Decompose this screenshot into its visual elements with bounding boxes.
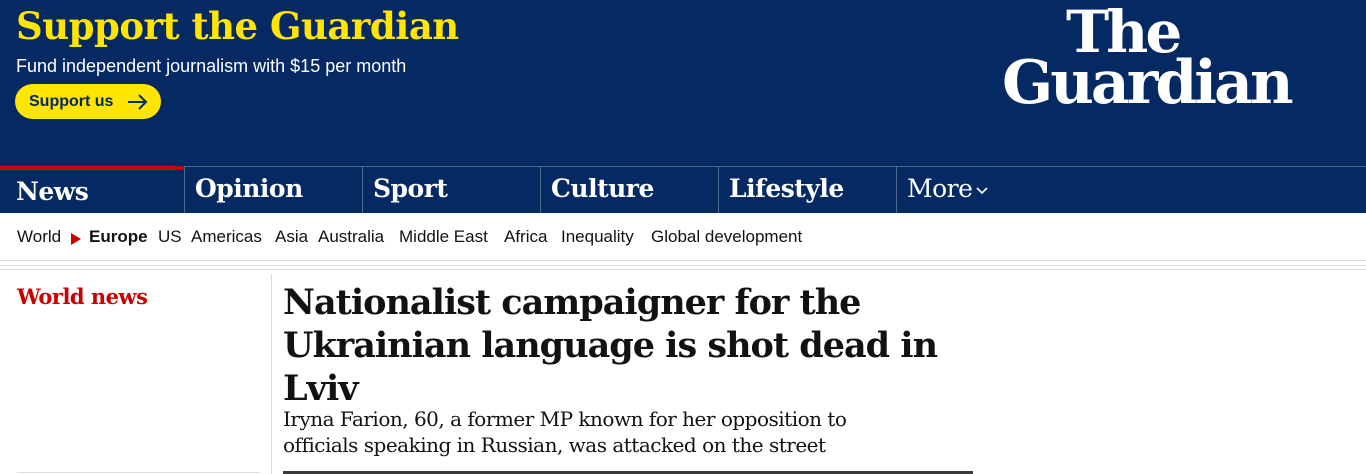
arrow-right-icon (127, 93, 149, 111)
subnav-item-middle-east[interactable]: Middle East (399, 227, 488, 247)
subnav-item-world[interactable]: World (17, 227, 61, 247)
subnav-item-europe[interactable]: Europe (89, 227, 148, 247)
article-standfirst: Iryna Farion, 60, a former MP known for … (283, 407, 847, 457)
section-label[interactable]: World news (17, 284, 148, 309)
guardian-logo[interactable]: The Guardian (1000, 0, 1340, 118)
logo-line-guardian: Guardian (1002, 48, 1294, 118)
breadcrumb-arrow-icon (71, 233, 81, 245)
support-us-button[interactable]: Support us (15, 84, 161, 119)
pillar-more[interactable]: More (896, 167, 1036, 213)
column-divider (271, 274, 272, 474)
pillar-news[interactable]: News (0, 166, 184, 212)
divider (0, 265, 1366, 266)
pillar-opinion[interactable]: Opinion (184, 167, 362, 213)
subnav-item-us[interactable]: US (158, 227, 182, 247)
article-headline: Nationalist campaigner for the Ukrainian… (283, 282, 938, 409)
support-heading: Support the Guardian (16, 4, 459, 48)
pillar-sport[interactable]: Sport (362, 167, 540, 213)
subnav-item-americas[interactable]: Americas (191, 227, 262, 247)
chevron-down-icon (976, 187, 988, 195)
support-subheading: Fund independent journalism with $15 per… (16, 56, 407, 76)
support-us-label: Support us (29, 92, 114, 110)
subnav-item-global-development[interactable]: Global development (651, 227, 802, 247)
site-header: Support the Guardian Fund independent jo… (0, 0, 1366, 213)
pillar-culture[interactable]: Culture (540, 167, 718, 213)
pillar-lifestyle[interactable]: Lifestyle (718, 167, 896, 213)
pillar-nav: News Opinion Sport Culture Lifestyle Mor… (0, 166, 1366, 213)
subnav-item-inequality[interactable]: Inequality (561, 227, 634, 247)
divider (0, 269, 1366, 270)
pillar-more-label: More (907, 174, 973, 203)
divider (17, 472, 260, 473)
sub-navigation: World Europe US Americas Asia Australia … (0, 213, 1366, 261)
subnav-item-africa[interactable]: Africa (504, 227, 547, 247)
subnav-item-australia[interactable]: Australia (318, 227, 384, 247)
subnav-item-asia[interactable]: Asia (275, 227, 308, 247)
